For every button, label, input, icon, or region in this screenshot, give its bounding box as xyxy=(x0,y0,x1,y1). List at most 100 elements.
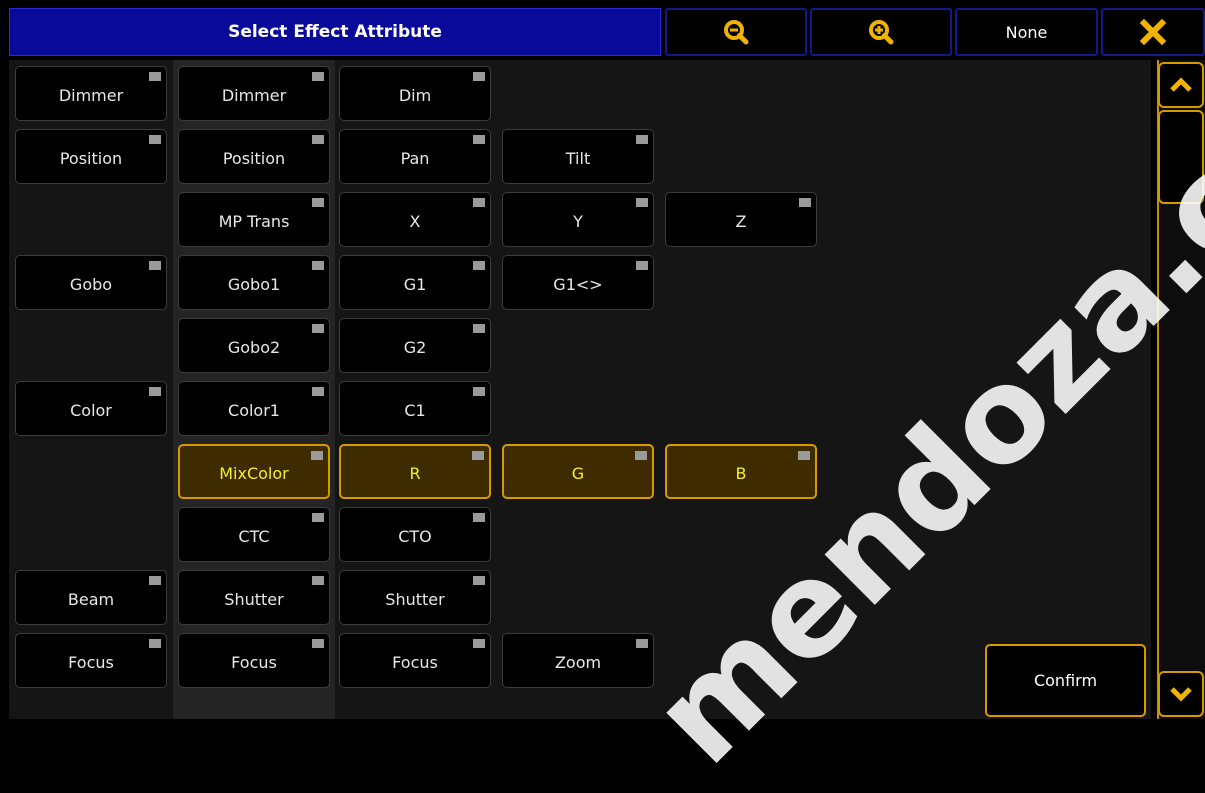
attribute-button-8-1[interactable]: Shutter xyxy=(178,570,330,625)
attribute-label: Color xyxy=(70,401,112,420)
attribute-button-9-2[interactable]: Focus xyxy=(339,633,491,688)
indicator-square-icon xyxy=(636,261,648,270)
attribute-label: Y xyxy=(573,212,583,231)
attribute-button-2-3[interactable]: Y xyxy=(502,192,654,247)
attribute-button-9-3[interactable]: Zoom xyxy=(502,633,654,688)
attribute-label: G2 xyxy=(403,338,427,357)
close-icon xyxy=(1140,19,1166,45)
indicator-square-icon xyxy=(473,639,485,648)
attribute-button-3-1[interactable]: Gobo1 xyxy=(178,255,330,310)
attribute-button-6-4[interactable]: B xyxy=(665,444,817,499)
attribute-button-6-1[interactable]: MixColor xyxy=(178,444,330,499)
attribute-button-3-2[interactable]: G1 xyxy=(339,255,491,310)
attribute-label: Dim xyxy=(398,86,432,105)
attribute-button-2-2[interactable]: X xyxy=(339,192,491,247)
attribute-button-8-2[interactable]: Shutter xyxy=(339,570,491,625)
scroll-up-button[interactable] xyxy=(1158,62,1204,108)
attribute-button-0-2[interactable]: Dim xyxy=(339,66,491,121)
attribute-label: Position xyxy=(59,149,123,168)
scrollbar-thumb[interactable] xyxy=(1158,110,1204,204)
attribute-button-3-0[interactable]: Gobo xyxy=(15,255,167,310)
attribute-label: X xyxy=(409,212,421,231)
attribute-button-7-1[interactable]: CTC xyxy=(178,507,330,562)
attribute-label: G xyxy=(571,464,585,483)
attribute-label: Color1 xyxy=(228,401,280,420)
attribute-button-1-3[interactable]: Tilt xyxy=(502,129,654,184)
attribute-label: Beam xyxy=(67,590,115,609)
attribute-label: Shutter xyxy=(385,590,445,609)
indicator-square-icon xyxy=(312,324,324,333)
attribute-label: Gobo1 xyxy=(227,275,281,294)
attribute-label: Zoom xyxy=(554,653,602,672)
indicator-square-icon xyxy=(472,451,484,460)
indicator-square-icon xyxy=(636,135,648,144)
indicator-square-icon xyxy=(312,198,324,207)
attribute-label: Gobo2 xyxy=(227,338,281,357)
attribute-button-9-0[interactable]: Focus xyxy=(15,633,167,688)
indicator-square-icon xyxy=(473,387,485,396)
attribute-label: CTC xyxy=(238,527,270,546)
attribute-button-2-1[interactable]: MP Trans xyxy=(178,192,330,247)
attribute-label: B xyxy=(735,464,747,483)
indicator-square-icon xyxy=(312,135,324,144)
attribute-button-0-1[interactable]: Dimmer xyxy=(178,66,330,121)
indicator-square-icon xyxy=(149,639,161,648)
indicator-square-icon xyxy=(473,324,485,333)
attribute-button-1-2[interactable]: Pan xyxy=(339,129,491,184)
indicator-square-icon xyxy=(149,576,161,585)
none-button[interactable]: None xyxy=(955,8,1098,56)
attribute-label: Gobo xyxy=(69,275,113,294)
indicator-square-icon xyxy=(473,576,485,585)
attribute-button-9-1[interactable]: Focus xyxy=(178,633,330,688)
attribute-label: Dimmer xyxy=(221,86,287,105)
attribute-button-0-0[interactable]: Dimmer xyxy=(15,66,167,121)
attribute-label: G1<> xyxy=(553,275,603,294)
attribute-label: Z xyxy=(735,212,747,231)
dialog-title: Select Effect Attribute xyxy=(9,8,661,56)
attribute-button-6-3[interactable]: G xyxy=(502,444,654,499)
indicator-square-icon xyxy=(312,387,324,396)
indicator-square-icon xyxy=(799,198,811,207)
indicator-square-icon xyxy=(311,451,323,460)
attribute-label: Focus xyxy=(231,653,277,672)
attribute-button-8-0[interactable]: Beam xyxy=(15,570,167,625)
attribute-button-2-4[interactable]: Z xyxy=(665,192,817,247)
attribute-label: C1 xyxy=(404,401,426,420)
attribute-button-5-1[interactable]: Color1 xyxy=(178,381,330,436)
scroll-down-button[interactable] xyxy=(1158,671,1204,717)
attribute-button-5-0[interactable]: Color xyxy=(15,381,167,436)
attribute-label: Tilt xyxy=(565,149,591,168)
attribute-button-3-3[interactable]: G1<> xyxy=(502,255,654,310)
attribute-label: CTO xyxy=(398,527,432,546)
chevron-up-icon xyxy=(1170,77,1192,92)
attribute-label: R xyxy=(409,464,421,483)
indicator-square-icon xyxy=(312,576,324,585)
attribute-label: Focus xyxy=(68,653,114,672)
attribute-label: Pan xyxy=(400,149,430,168)
close-button[interactable] xyxy=(1101,8,1205,56)
attribute-label: Focus xyxy=(392,653,438,672)
indicator-square-icon xyxy=(636,198,648,207)
attribute-button-5-2[interactable]: C1 xyxy=(339,381,491,436)
attribute-label: MixColor xyxy=(219,464,289,483)
indicator-square-icon xyxy=(312,513,324,522)
zoom-in-button[interactable] xyxy=(810,8,952,56)
attribute-label: MP Trans xyxy=(218,212,290,231)
attribute-button-1-0[interactable]: Position xyxy=(15,129,167,184)
zoom-in-icon xyxy=(869,20,894,45)
indicator-square-icon xyxy=(473,198,485,207)
indicator-square-icon xyxy=(636,639,648,648)
zoom-out-icon xyxy=(724,20,749,45)
indicator-square-icon xyxy=(635,451,647,460)
indicator-square-icon xyxy=(149,72,161,81)
attribute-button-6-2[interactable]: R xyxy=(339,444,491,499)
attribute-button-1-1[interactable]: Position xyxy=(178,129,330,184)
attribute-button-7-2[interactable]: CTO xyxy=(339,507,491,562)
attribute-button-4-2[interactable]: G2 xyxy=(339,318,491,373)
zoom-out-button[interactable] xyxy=(665,8,807,56)
indicator-square-icon xyxy=(473,72,485,81)
attribute-button-4-1[interactable]: Gobo2 xyxy=(178,318,330,373)
indicator-square-icon xyxy=(798,451,810,460)
indicator-square-icon xyxy=(312,72,324,81)
confirm-button[interactable]: Confirm xyxy=(985,644,1146,717)
